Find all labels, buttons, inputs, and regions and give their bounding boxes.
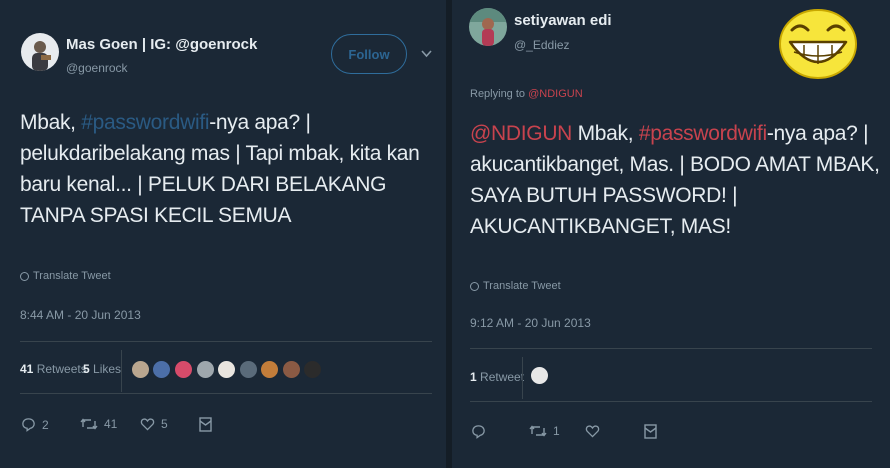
dm-envelope-icon (199, 417, 212, 432)
like-heart-icon (585, 425, 600, 438)
display-name[interactable]: Mas Goen | IG: @goenrock (66, 36, 257, 53)
mention-link[interactable]: @NDIGUN (470, 122, 572, 145)
liker-avatar[interactable] (196, 360, 215, 379)
divider (20, 393, 432, 394)
avatar[interactable] (21, 33, 59, 71)
likes-label: Likes (93, 362, 122, 376)
liker-avatar[interactable] (152, 360, 171, 379)
liker-avatar[interactable] (530, 366, 549, 385)
liker-avatar[interactable] (303, 360, 322, 379)
timestamp[interactable]: 9:12 AM - 20 Jun 2013 (470, 316, 591, 330)
like-count: 5 (161, 417, 168, 431)
replying-to-link[interactable]: @NDIGUN (528, 88, 583, 100)
like-heart-icon (140, 418, 155, 431)
liker-avatar[interactable] (131, 360, 150, 379)
retweet-icon (80, 418, 98, 430)
divider (470, 401, 872, 402)
like-button[interactable] (585, 424, 606, 438)
stats-divider (522, 357, 523, 399)
retweets-label: Retweets (36, 362, 87, 376)
divider (470, 348, 872, 349)
username-handle[interactable]: @goenrock (66, 61, 128, 75)
retweets-count: 41 (20, 362, 34, 376)
avatar[interactable] (469, 8, 507, 46)
timestamp[interactable]: 8:44 AM - 20 Jun 2013 (20, 308, 141, 322)
translate-tweet-link[interactable]: Translate Tweet (470, 280, 561, 292)
tweet-card-left: Mas Goen | IG: @goenrock @goenrock Follo… (0, 0, 446, 468)
like-stats[interactable]: 5 Likes (83, 362, 121, 376)
tweet-text: @NDIGUN Mbak, #passwordwifi-nya apa? | a… (470, 118, 880, 242)
retweet-stats[interactable]: 41 Retweets (20, 362, 87, 376)
liker-avatar[interactable] (174, 360, 193, 379)
follow-button[interactable]: Follow (331, 34, 407, 74)
retweet-count: 41 (104, 417, 118, 431)
reply-icon (472, 425, 485, 439)
liker-avatar[interactable] (282, 360, 301, 379)
like-button[interactable]: 5 (140, 417, 168, 431)
hashtag-link[interactable]: #passwordwifi (81, 111, 209, 134)
retweet-stats[interactable]: 1 Retweet (470, 370, 524, 384)
translate-label: Translate Tweet (483, 280, 561, 292)
tweet-text-start: Mbak, (20, 111, 82, 134)
reply-button[interactable]: 2 (21, 417, 49, 432)
replying-prefix: Replying to (470, 88, 529, 100)
hashtag-link[interactable]: #passwordwifi (639, 122, 767, 145)
caret-down-icon[interactable] (421, 46, 432, 61)
replying-to: Replying to @NDIGUN (470, 88, 583, 100)
tweet-text-start: Mbak, (572, 122, 639, 145)
retweet-count: 1 (553, 424, 560, 438)
stats-divider (121, 350, 122, 392)
retweet-button[interactable]: 1 (529, 424, 560, 438)
translate-label: Translate Tweet (33, 270, 111, 282)
direct-message-button[interactable] (199, 417, 212, 432)
divider (20, 341, 432, 342)
dm-envelope-icon (644, 424, 657, 439)
display-name[interactable]: setiyawan edi (514, 12, 612, 29)
likes-count: 5 (83, 362, 90, 376)
reply-count: 2 (42, 417, 49, 432)
translate-tweet-link[interactable]: Translate Tweet (20, 270, 111, 282)
retweets-label: Retweet (480, 370, 525, 384)
laughing-emoji-icon (778, 8, 858, 80)
username-handle[interactable]: @_Eddiez (514, 38, 570, 52)
reply-icon (22, 418, 35, 432)
liker-avatar[interactable] (260, 360, 279, 379)
tweet-text: Mbak, #passwordwifi-nya apa? | pelukdari… (20, 107, 430, 231)
liker-avatar[interactable] (239, 360, 258, 379)
liker-avatar[interactable] (217, 360, 236, 379)
retweet-button[interactable]: 41 (80, 417, 117, 431)
translate-globe-icon (20, 271, 29, 281)
direct-message-button[interactable] (644, 424, 657, 439)
retweets-count: 1 (470, 370, 477, 384)
retweet-icon (529, 425, 547, 437)
translate-globe-icon (470, 281, 479, 291)
reply-button[interactable] (471, 424, 492, 439)
